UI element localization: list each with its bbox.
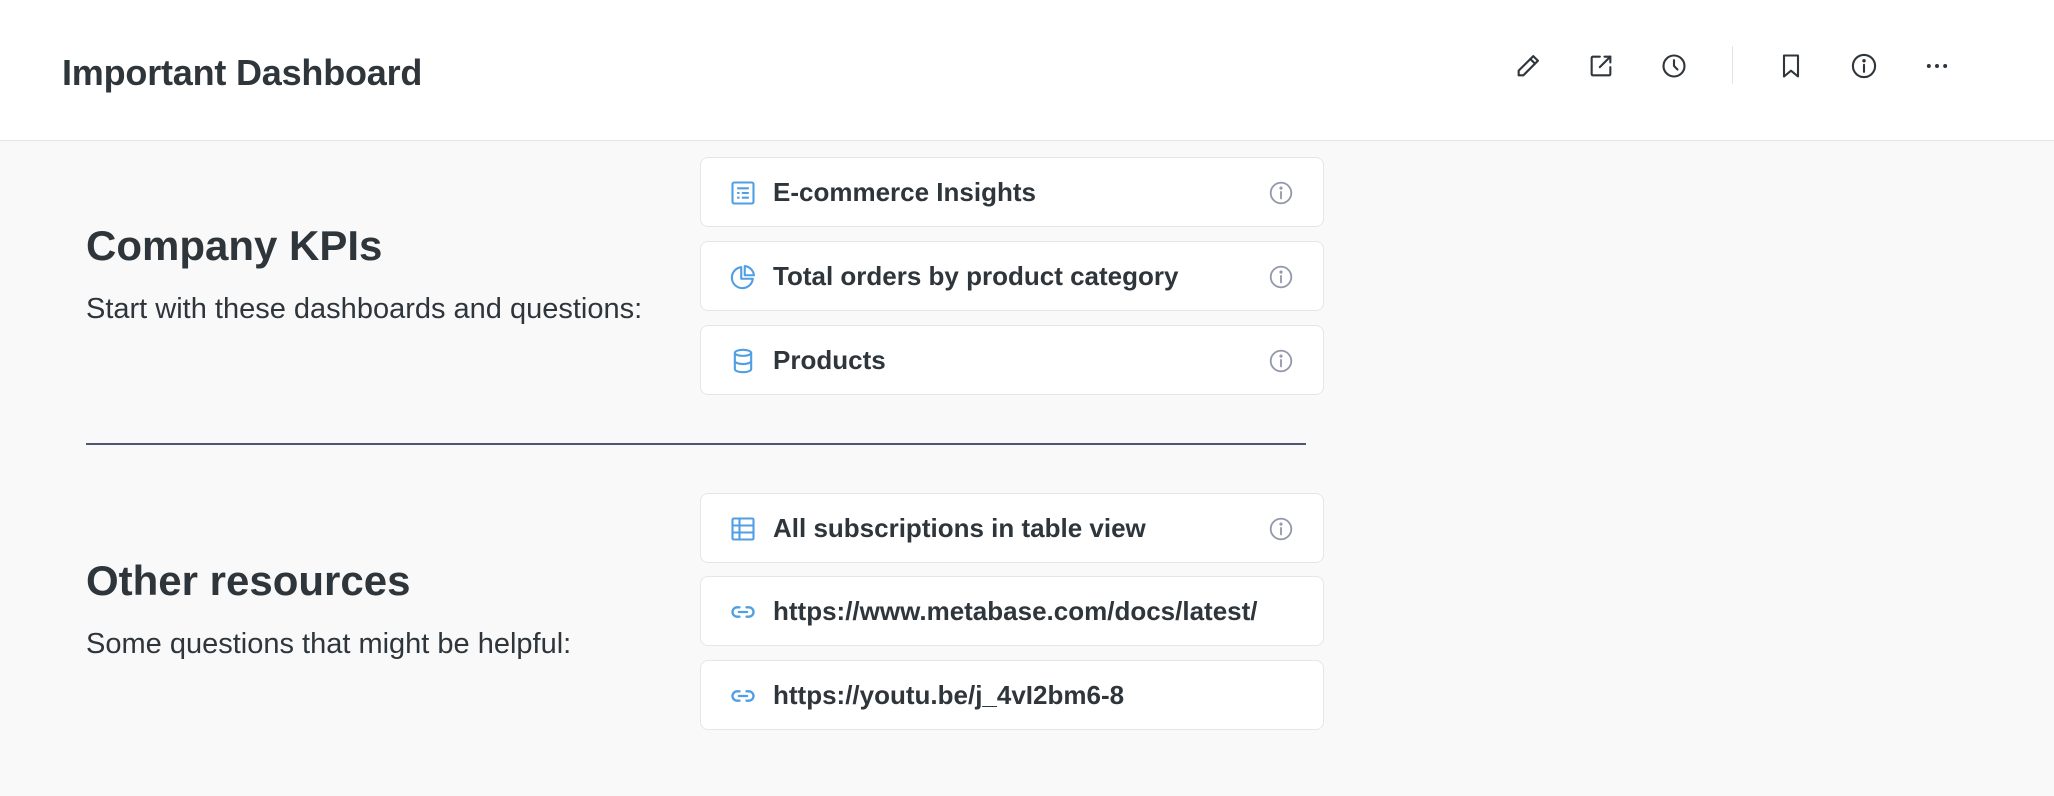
share-icon: [1590, 55, 1612, 77]
info-icon[interactable]: [1267, 179, 1295, 207]
database-icon: [729, 347, 757, 375]
link-icon: [729, 682, 757, 710]
link-icon: [729, 598, 757, 626]
link-card-label: E-commerce Insights: [773, 177, 1036, 207]
more-button[interactable]: [1915, 44, 1959, 88]
section-subtitle: Start with these dashboards and question…: [86, 293, 643, 325]
link-card[interactable]: https://youtu.be/j_4vI2bm6-8: [700, 660, 1324, 730]
dashboard-icon: [729, 179, 757, 207]
history-button[interactable]: [1652, 44, 1696, 88]
link-card[interactable]: E-commerce Insights: [700, 157, 1324, 227]
info-icon[interactable]: [1267, 263, 1295, 291]
bookmark-icon: [1782, 54, 1800, 78]
section-heading: Company KPIs: [86, 222, 383, 269]
info-button[interactable]: [1842, 44, 1886, 88]
link-card-label: Total orders by product category: [773, 261, 1179, 291]
link-card[interactable]: All subscriptions in table view: [700, 493, 1324, 563]
more-icon: [1926, 64, 1948, 68]
bookmark-button[interactable]: [1769, 44, 1813, 88]
link-card[interactable]: Products: [700, 325, 1324, 395]
info-icon[interactable]: [1267, 347, 1295, 375]
info-icon[interactable]: [1267, 515, 1295, 543]
link-card-label: https://youtu.be/j_4vI2bm6-8: [773, 680, 1125, 710]
info-icon: [1851, 53, 1877, 79]
edit-button[interactable]: [1506, 44, 1550, 88]
link-card[interactable]: Total orders by product category: [700, 241, 1324, 311]
pencil-icon: [1517, 55, 1539, 77]
table-icon: [729, 515, 757, 543]
clock-icon: [1662, 54, 1686, 78]
section-subtitle: Some questions that might be helpful:: [86, 628, 572, 660]
dashboard-header: Important Dashboard: [0, 0, 2054, 141]
link-card-label: https://www.metabase.com/docs/latest/: [773, 596, 1258, 626]
link-card-label: Products: [773, 345, 886, 375]
section-divider: [86, 443, 1306, 445]
share-button[interactable]: [1579, 44, 1623, 88]
link-card[interactable]: https://www.metabase.com/docs/latest/: [700, 576, 1324, 646]
actions-divider: [1732, 46, 1733, 84]
pie-chart-icon: [729, 263, 757, 291]
section-heading: Other resources: [86, 557, 411, 604]
link-card-label: All subscriptions in table view: [773, 513, 1146, 543]
header-actions: [0, 44, 2054, 88]
